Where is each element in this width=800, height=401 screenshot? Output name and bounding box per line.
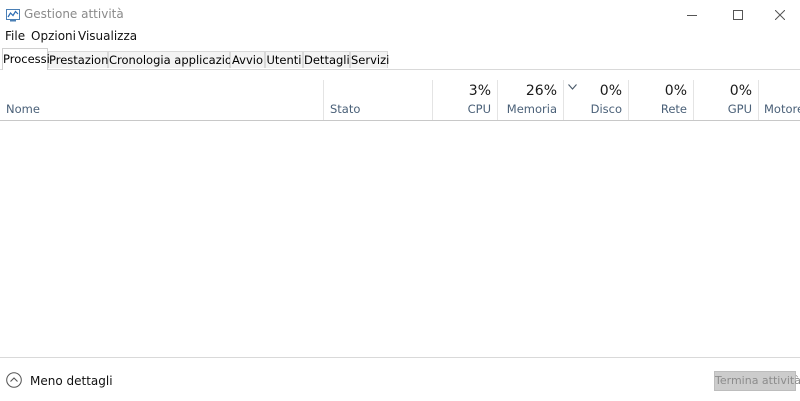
maximize-icon	[733, 5, 743, 24]
gpu-usage-value: 0%	[729, 83, 752, 99]
tab-services[interactable]: Servizi	[350, 51, 389, 68]
column-status-label: Stato	[330, 102, 361, 116]
tab-details[interactable]: Dettagli	[303, 51, 350, 68]
column-name-label: Nome	[6, 102, 40, 116]
column-network[interactable]: 0% Rete	[628, 80, 693, 120]
column-cpu[interactable]: 3% CPU	[432, 80, 497, 120]
column-gpu[interactable]: 0% GPU	[693, 80, 758, 120]
column-gpu-engine[interactable]: Motore	[758, 80, 800, 120]
footer-bar: Meno dettagli Termina attività	[0, 357, 800, 401]
column-cpu-label: CPU	[467, 102, 491, 116]
tab-users[interactable]: Utenti	[265, 51, 303, 68]
column-network-label: Rete	[660, 102, 687, 116]
chevron-up-circle-icon[interactable]	[6, 372, 22, 388]
column-name[interactable]: Nome	[0, 80, 323, 120]
minimize-icon	[687, 5, 697, 24]
menu-file[interactable]: File	[5, 29, 25, 43]
less-details-link[interactable]: Meno dettagli	[30, 374, 113, 388]
process-list[interactable]	[0, 121, 800, 357]
network-usage-value: 0%	[664, 83, 687, 99]
column-status[interactable]: Stato	[323, 80, 432, 120]
task-manager-icon	[6, 7, 20, 22]
chevron-down-icon	[568, 82, 577, 93]
column-memory[interactable]: 26% Memoria	[497, 80, 563, 120]
column-gpu-label: GPU	[727, 102, 752, 116]
column-memory-label: Memoria	[506, 102, 557, 116]
tab-performance[interactable]: Prestazioni	[48, 51, 112, 68]
column-disk-label: Disco	[590, 102, 622, 116]
title-bar[interactable]: Gestione attività	[0, 0, 800, 28]
tab-app-history[interactable]: Cronologia applicazioni	[108, 51, 242, 68]
window-title: Gestione attività	[24, 7, 124, 21]
column-disk[interactable]: 0% Disco	[563, 80, 628, 120]
disk-usage-value: 0%	[599, 83, 622, 99]
tab-startup[interactable]: Avvio	[230, 51, 265, 68]
task-manager-window: Gestione attività File Opzioni Visualizz…	[0, 0, 800, 401]
memory-usage-value: 26%	[525, 83, 557, 99]
menu-options[interactable]: Opzioni	[31, 29, 76, 43]
column-header-row: Nome Stato 3% CPU 26% Memoria 0% Disco 0…	[0, 80, 800, 121]
end-task-button[interactable]: Termina attività	[714, 371, 800, 391]
menu-view[interactable]: Visualizza	[78, 29, 137, 43]
tab-strip: Processi Prestazioni Cronologia applicaz…	[0, 48, 800, 70]
close-button[interactable]	[757, 0, 800, 28]
close-icon	[774, 5, 786, 24]
maximize-button[interactable]	[715, 0, 761, 28]
minimize-button[interactable]	[669, 0, 715, 28]
menu-bar: File Opzioni Visualizza	[0, 28, 800, 46]
cpu-usage-value: 3%	[468, 83, 491, 99]
tab-processes[interactable]: Processi	[2, 48, 50, 70]
column-gpu-engine-label: Motore	[764, 102, 800, 116]
